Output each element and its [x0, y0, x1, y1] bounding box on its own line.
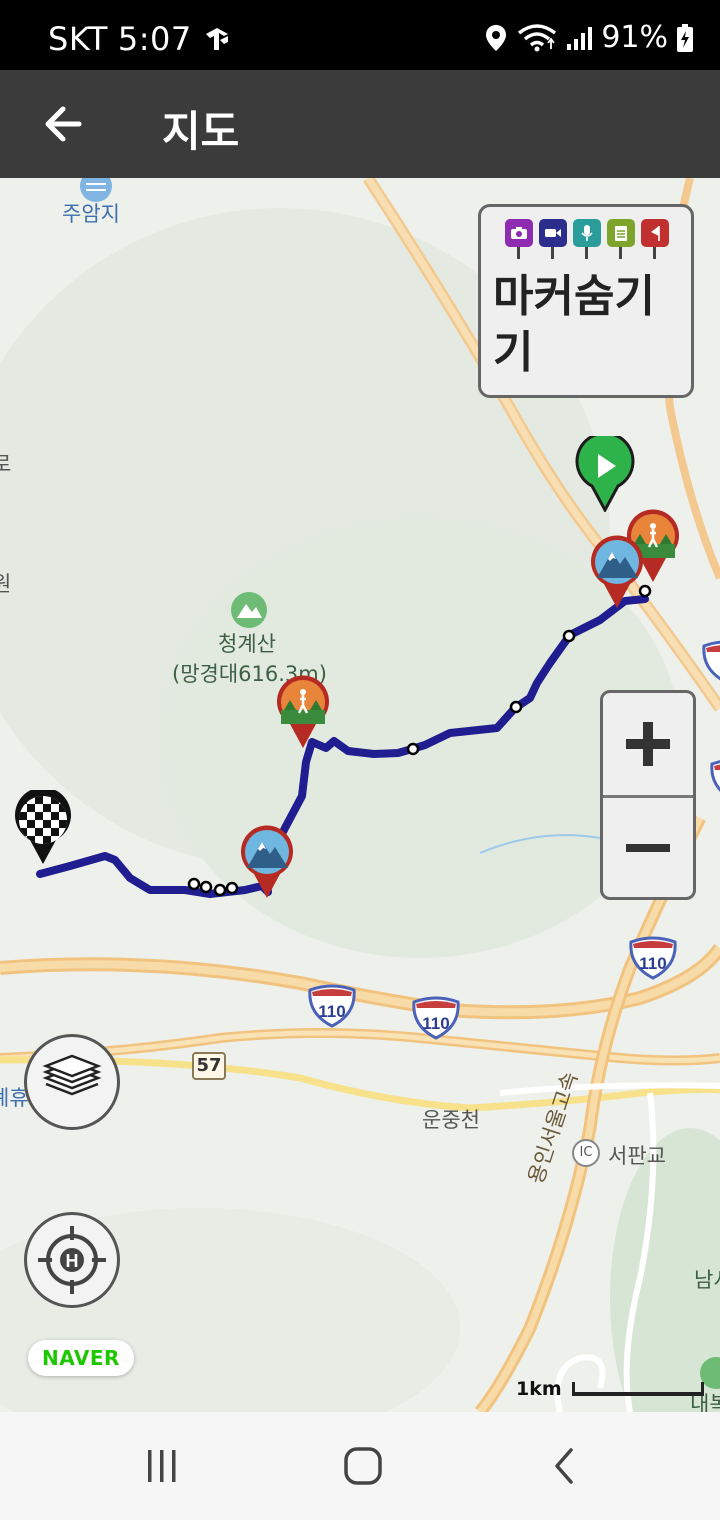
minus-icon — [626, 843, 670, 852]
play-icon — [575, 431, 635, 514]
naver-logo: NAVER — [28, 1340, 134, 1376]
zoom-controls — [600, 690, 696, 900]
note-icon — [607, 219, 635, 259]
svg-text:110: 110 — [422, 1014, 449, 1033]
reservoir-label: 주암지 — [62, 202, 120, 226]
interchange-label: 서판교 — [608, 1144, 666, 1168]
partial-label-left-2: 로 — [0, 452, 12, 476]
home-icon — [344, 1447, 382, 1485]
clock: 5:07 — [117, 20, 192, 58]
svg-text:110: 110 — [318, 1002, 345, 1021]
map-view[interactable]: 주암지 청계산 (망경대616.3m) 운중천 IC 서판교 용인서울고속 원 … — [0, 178, 720, 1412]
location-icon — [483, 23, 509, 53]
my-location-button[interactable]: H — [24, 1212, 120, 1308]
back-icon — [555, 1448, 573, 1484]
plus-icon — [626, 722, 670, 766]
flag-icon — [641, 219, 669, 259]
arrow-left-icon — [45, 106, 82, 142]
partial-label-left-1: 원 — [0, 572, 12, 596]
wifi-icon — [517, 23, 557, 53]
marker-type-icons — [505, 219, 669, 259]
recent-apps-button[interactable] — [132, 1436, 192, 1496]
page-title: 지도 — [162, 107, 240, 156]
snow-mountain-icon — [241, 825, 293, 898]
ic-badge: IC — [572, 1139, 600, 1167]
home-button[interactable] — [333, 1436, 393, 1496]
summit-pin[interactable] — [238, 824, 296, 904]
route-shield-110: 110 — [306, 984, 358, 1032]
svg-text:H: H — [66, 1251, 79, 1271]
battery-charging-icon — [676, 23, 694, 53]
map-scale: 1km — [516, 1378, 704, 1400]
summit-pin[interactable] — [588, 534, 646, 614]
microphone-icon — [573, 219, 601, 259]
layers-icon — [42, 1054, 102, 1096]
road-number-57: 57 — [192, 1052, 226, 1080]
status-left: SKT 5:07 — [48, 20, 232, 58]
video-icon — [539, 219, 567, 259]
mountain-label: 청계산 — [218, 632, 276, 656]
back-button[interactable] — [28, 94, 98, 154]
start-pin[interactable] — [574, 431, 636, 516]
hiker-icon — [277, 675, 329, 748]
zoom-in-button[interactable] — [603, 693, 693, 795]
system-back-button[interactable] — [534, 1436, 594, 1496]
status-right: 91% — [483, 20, 694, 55]
battery-label: 91% — [601, 20, 668, 55]
camera-icon — [505, 219, 533, 259]
checkered-flag-icon — [15, 787, 72, 864]
route-shield-partial — [700, 640, 720, 688]
partial-label-right-1: 남서 — [694, 1268, 720, 1292]
app-bar: 지도 — [0, 70, 720, 178]
system-nav-bar — [0, 1412, 720, 1520]
scale-label: 1km — [516, 1378, 562, 1400]
map-layers-button[interactable] — [24, 1034, 120, 1130]
marker-toggle-button[interactable]: 마커숨기기 — [478, 204, 694, 398]
scale-bar — [571, 1382, 704, 1396]
finish-pin[interactable] — [12, 787, 74, 870]
crosshair-icon: H — [38, 1226, 106, 1294]
marker-toggle-label: 마커숨기기 — [493, 271, 655, 378]
stream-label: 운중천 — [422, 1108, 480, 1132]
recent-apps-icon — [148, 1450, 176, 1482]
hiker-pin[interactable] — [274, 674, 332, 754]
tmap-icon — [202, 24, 232, 54]
route-shield-110: 110 — [627, 936, 679, 984]
signal-icon — [565, 24, 593, 52]
route-shield-110: 110 — [410, 996, 462, 1044]
snow-mountain-icon — [591, 535, 643, 608]
status-bar: SKT 5:07 91% — [0, 0, 720, 70]
route-shield-partial — [708, 758, 720, 806]
svg-text:110: 110 — [639, 954, 666, 973]
carrier-label: SKT — [48, 20, 108, 58]
zoom-out-button[interactable] — [603, 795, 693, 897]
